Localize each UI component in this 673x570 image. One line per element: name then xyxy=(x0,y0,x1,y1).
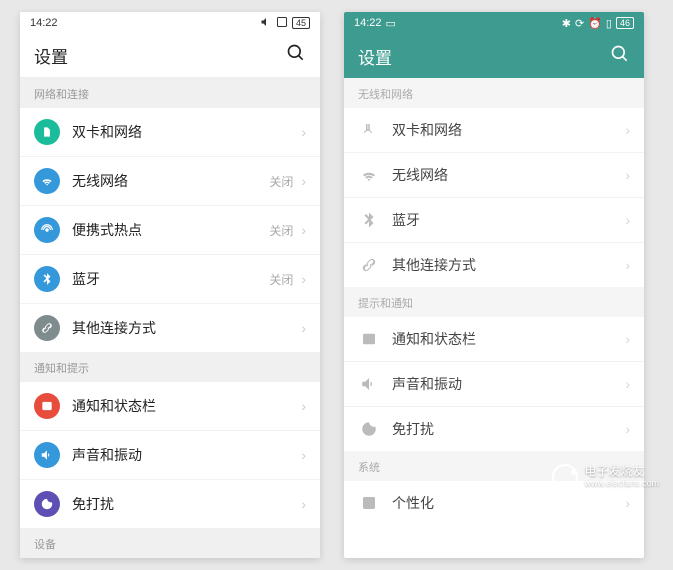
settings-list-network: 双卡和网络 › 无线网络 关闭 › 便携式热点 关闭 › 蓝牙 关闭 › xyxy=(20,108,320,352)
item-wifi[interactable]: 无线网络 › xyxy=(344,153,644,198)
watermark: 电子发烧友 www.elecfans.com xyxy=(552,464,659,490)
sync-status-icon: ⟳ xyxy=(575,17,584,30)
settings-list-alerts: 通知和状态栏 › 声音和振动 › 免打扰 › xyxy=(344,317,644,451)
item-dnd[interactable]: 免打扰 › xyxy=(344,407,644,451)
wifi-icon xyxy=(358,164,380,186)
section-header-notifications: 通知和提示 xyxy=(20,352,320,382)
chevron-right-icon: › xyxy=(301,496,306,512)
chevron-right-icon: › xyxy=(625,376,630,392)
item-bluetooth[interactable]: 蓝牙 › xyxy=(344,198,644,243)
item-other-connections[interactable]: 其他连接方式 › xyxy=(344,243,644,287)
watermark-logo-icon xyxy=(552,464,578,490)
sim-icon xyxy=(34,119,60,145)
item-sim-network[interactable]: 双卡和网络 › xyxy=(20,108,320,157)
item-label: 双卡和网络 xyxy=(72,122,301,142)
item-status: 关闭 xyxy=(269,222,293,239)
chevron-right-icon: › xyxy=(301,271,306,287)
item-label: 通知和状态栏 xyxy=(392,329,625,349)
phone-left: 14:22 45 设置 网络和连接 双卡和网络 › 无线网络 关闭 › xyxy=(20,12,320,558)
status-bar: 14:22 45 xyxy=(20,12,320,34)
item-label: 蓝牙 xyxy=(392,210,625,230)
item-sim-network[interactable]: 双卡和网络 › xyxy=(344,108,644,153)
chevron-right-icon: › xyxy=(301,447,306,463)
chevron-right-icon: › xyxy=(301,320,306,336)
chevron-right-icon: › xyxy=(625,212,630,228)
chevron-right-icon: › xyxy=(301,124,306,140)
chevron-right-icon: › xyxy=(625,122,630,138)
chevron-right-icon: › xyxy=(301,173,306,189)
item-label: 声音和振动 xyxy=(72,445,301,465)
search-icon[interactable] xyxy=(610,44,630,69)
item-hotspot[interactable]: 便携式热点 关闭 › xyxy=(20,206,320,255)
sound-icon xyxy=(358,373,380,395)
item-label: 通知和状态栏 xyxy=(72,396,301,416)
link-icon xyxy=(358,254,380,276)
watermark-name: 电子发烧友 xyxy=(584,465,659,478)
card-status-icon: ▭ xyxy=(386,17,396,30)
notification-icon xyxy=(34,393,60,419)
dnd-status-icon xyxy=(276,16,288,31)
item-label: 无线网络 xyxy=(72,171,269,191)
alarm-status-icon: ⏰ xyxy=(588,17,602,30)
hotspot-icon xyxy=(34,217,60,243)
watermark-url: www.elecfans.com xyxy=(584,479,659,489)
signal-icon: ▯ xyxy=(606,17,612,30)
volume-icon xyxy=(260,16,272,31)
battery-indicator: 46 xyxy=(616,17,634,29)
settings-list-wireless: 双卡和网络 › 无线网络 › 蓝牙 › 其他连接方式 › xyxy=(344,108,644,287)
app-header: 设置 xyxy=(20,34,320,78)
item-dnd[interactable]: 免打扰 › xyxy=(20,480,320,528)
chevron-right-icon: › xyxy=(301,222,306,238)
chevron-right-icon: › xyxy=(625,331,630,347)
item-label: 声音和振动 xyxy=(392,374,625,394)
wifi-icon xyxy=(34,168,60,194)
item-label: 其他连接方式 xyxy=(72,318,301,338)
item-notification-statusbar[interactable]: 通知和状态栏 › xyxy=(344,317,644,362)
notification-icon xyxy=(358,328,380,350)
status-time: 14:22 xyxy=(354,17,382,29)
item-label: 免打扰 xyxy=(72,494,301,514)
page-title: 设置 xyxy=(358,44,392,69)
item-label: 其他连接方式 xyxy=(392,255,625,275)
item-bluetooth[interactable]: 蓝牙 关闭 › xyxy=(20,255,320,304)
section-header-alerts: 提示和通知 xyxy=(344,287,644,317)
status-bar: 14:22 ▭ ✱ ⟳ ⏰ ▯ 46 xyxy=(344,12,644,34)
item-other-connections[interactable]: 其他连接方式 › xyxy=(20,304,320,352)
bluetooth-icon xyxy=(34,266,60,292)
sim-icon xyxy=(358,119,380,141)
search-icon[interactable] xyxy=(286,43,306,68)
chevron-right-icon: › xyxy=(625,495,630,511)
battery-indicator: 45 xyxy=(292,17,310,29)
item-label: 蓝牙 xyxy=(72,269,269,289)
bluetooth-status-icon: ✱ xyxy=(562,17,571,30)
personalize-icon xyxy=(358,492,380,514)
chevron-right-icon: › xyxy=(625,421,630,437)
item-notification-statusbar[interactable]: 通知和状态栏 › xyxy=(20,382,320,431)
chevron-right-icon: › xyxy=(625,257,630,273)
item-label: 免打扰 xyxy=(392,419,625,439)
item-label: 双卡和网络 xyxy=(392,120,625,140)
item-sound-vibration[interactable]: 声音和振动 › xyxy=(344,362,644,407)
item-label: 便携式热点 xyxy=(72,220,269,240)
item-status: 关闭 xyxy=(269,271,293,288)
link-icon xyxy=(34,315,60,341)
item-label: 个性化 xyxy=(392,493,625,513)
section-header-wireless: 无线和网络 xyxy=(344,78,644,108)
page-title: 设置 xyxy=(34,43,68,68)
dnd-icon xyxy=(34,491,60,517)
dnd-icon xyxy=(358,418,380,440)
sound-icon xyxy=(34,442,60,468)
chevron-right-icon: › xyxy=(625,167,630,183)
status-time: 14:22 xyxy=(30,17,58,29)
settings-list-notifications: 通知和状态栏 › 声音和振动 › 免打扰 › xyxy=(20,382,320,528)
item-wifi[interactable]: 无线网络 关闭 › xyxy=(20,157,320,206)
bluetooth-icon xyxy=(358,209,380,231)
chevron-right-icon: › xyxy=(301,398,306,414)
app-header: 设置 xyxy=(344,34,644,78)
section-header-device: 设备 xyxy=(20,528,320,558)
item-status: 关闭 xyxy=(269,173,293,190)
item-label: 无线网络 xyxy=(392,165,625,185)
item-sound-vibration[interactable]: 声音和振动 › xyxy=(20,431,320,480)
section-header-network: 网络和连接 xyxy=(20,78,320,108)
